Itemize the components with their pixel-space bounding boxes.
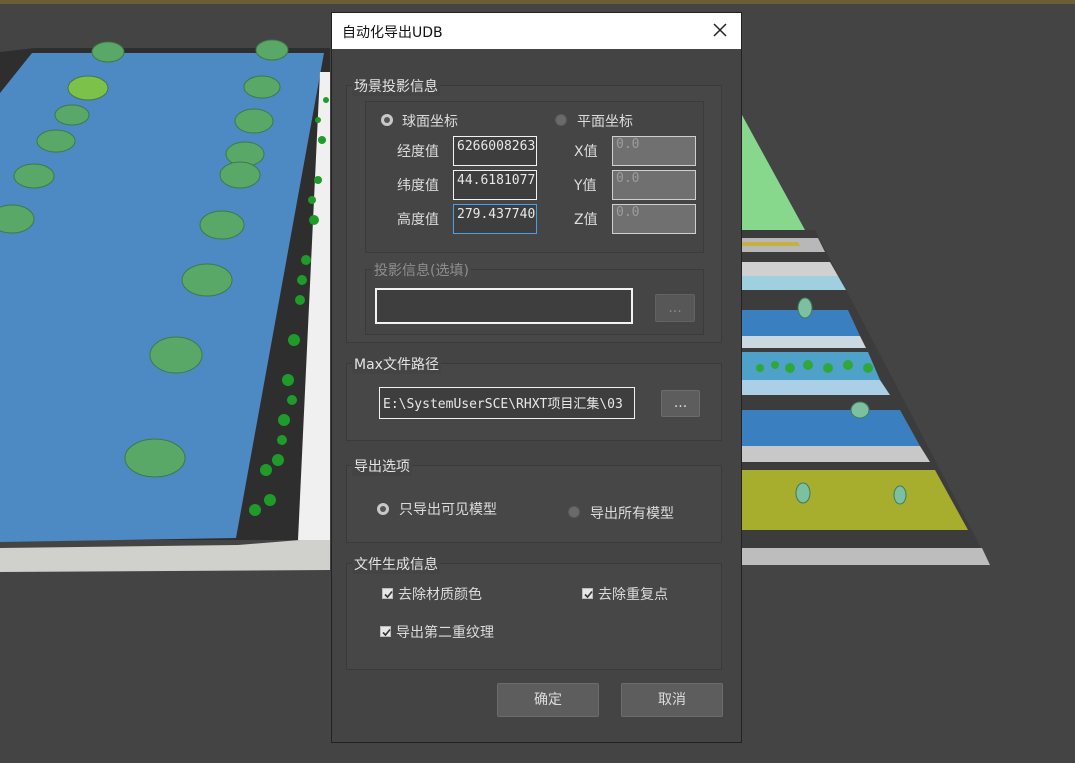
title-bar: 自动化导出UDB (332, 13, 741, 49)
export-second-texture-label: 导出第二重纹理 (396, 625, 494, 641)
latitude-input[interactable]: 44.6181077 (453, 170, 537, 200)
longitude-label: 经度值 (397, 144, 439, 160)
latitude-label: 纬度值 (397, 178, 439, 194)
check-icon (584, 590, 593, 599)
longitude-input[interactable]: 6266008263 (453, 136, 537, 166)
all-models-label: 导出所有模型 (590, 506, 674, 522)
dialog-title: 自动化导出UDB (342, 25, 443, 41)
visible-only-label: 只导出可见模型 (399, 502, 497, 518)
export-options-group-label: 导出选项 (352, 456, 412, 476)
y-input[interactable]: 0.0 (612, 170, 696, 200)
planar-radio[interactable] (555, 114, 567, 126)
close-icon[interactable] (707, 17, 733, 43)
y-label: Y值 (574, 178, 597, 194)
projection-group-label: 场景投影信息 (352, 76, 440, 96)
export-udb-dialog: 自动化导出UDB 场景投影信息 球面坐标 平面坐标 经度值 6266008263… (331, 12, 742, 743)
visible-only-radio[interactable] (377, 503, 389, 515)
max-path-group-label: Max文件路径 (352, 354, 441, 374)
spherical-radio[interactable] (381, 114, 393, 126)
projection-info-label: 投影信息(选填) (372, 260, 471, 280)
remove-material-color-checkbox[interactable] (382, 588, 393, 599)
x-input[interactable]: 0.0 (612, 136, 696, 166)
grass-area (742, 115, 805, 230)
z-label: Z值 (574, 212, 598, 228)
ok-button[interactable]: 确定 (497, 683, 599, 717)
projection-info-input[interactable] (375, 288, 633, 324)
projection-browse-button[interactable]: ... (655, 294, 695, 322)
remove-material-color-label: 去除材质颜色 (398, 587, 482, 603)
remove-duplicate-points-label: 去除重复点 (598, 587, 668, 603)
z-input[interactable]: 0.0 (612, 204, 696, 234)
planar-label: 平面坐标 (577, 114, 633, 130)
x-label: X值 (574, 144, 598, 160)
file-info-group (346, 563, 722, 670)
cancel-button[interactable]: 取消 (621, 683, 723, 717)
max-path-input[interactable]: E:\SystemUserSCE\RHXT项目汇集\03 (379, 387, 635, 419)
height-label: 高度值 (397, 212, 439, 228)
height-input[interactable]: 279.437740 (453, 204, 537, 234)
right-water-2 (742, 410, 920, 446)
all-models-radio[interactable] (568, 506, 580, 518)
olive-field (742, 470, 968, 530)
export-second-texture-checkbox[interactable] (380, 626, 391, 637)
max-path-browse-button[interactable]: ... (661, 390, 700, 417)
spherical-label: 球面坐标 (402, 114, 458, 130)
check-icon (382, 628, 391, 637)
remove-duplicate-points-checkbox[interactable] (582, 588, 593, 599)
file-info-group-label: 文件生成信息 (352, 554, 440, 574)
check-icon (384, 590, 393, 599)
